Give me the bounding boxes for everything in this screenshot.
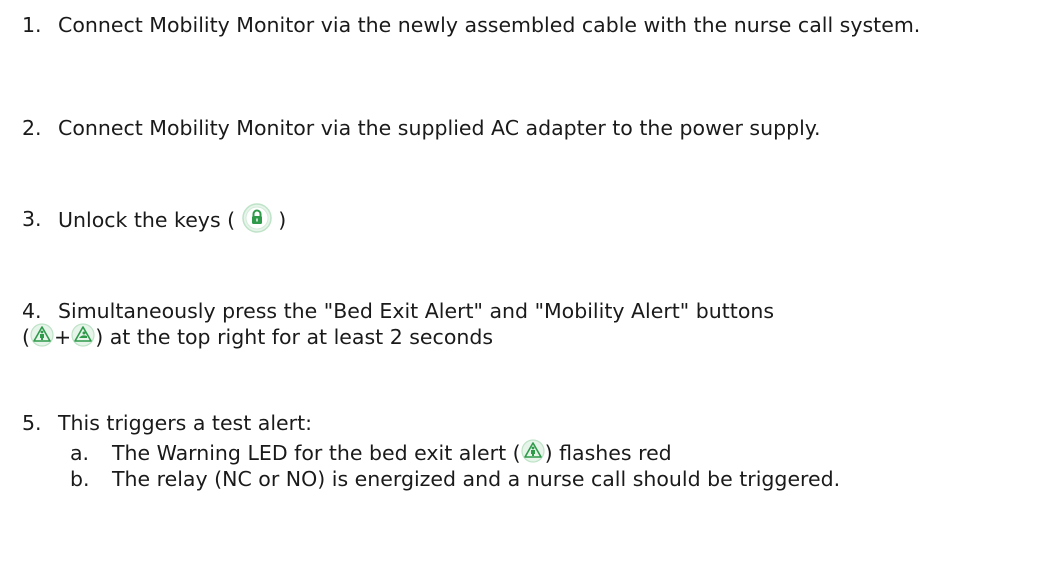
substep-a-text: The Warning LED for the bed exit alert (… bbox=[112, 439, 672, 466]
step-1-text: Connect Mobility Monitor via the newly a… bbox=[58, 13, 921, 37]
step-3-text-after: ) bbox=[278, 208, 287, 232]
step-1-number: 1. bbox=[22, 13, 42, 37]
substep-a-text-before: The Warning LED for the bed exit alert ( bbox=[112, 441, 521, 465]
step-4-text-line2: ) at the top right for at least 2 second… bbox=[95, 325, 494, 349]
step-5-number: 5. bbox=[22, 411, 42, 435]
step-4-open-paren: ( bbox=[22, 325, 30, 349]
lock-key-icon bbox=[241, 203, 272, 233]
substep-a-text-after: ) flashes red bbox=[544, 441, 672, 465]
step-3-text: Unlock the keys ( ) bbox=[58, 203, 287, 236]
substep-b-text: The relay (NC or NO) is energized and a … bbox=[112, 467, 841, 491]
step-4-text-line1: Simultaneously press the "Bed Exit Alert… bbox=[58, 299, 775, 323]
substep-a-letter: a. bbox=[70, 441, 90, 465]
step-3-number: 3. bbox=[22, 207, 42, 231]
step-4-text-line2: ( + ) at the top right for at least 2 se… bbox=[22, 323, 494, 350]
step-3-text-before: Unlock the keys ( bbox=[58, 208, 236, 232]
step-4-plus: + bbox=[54, 325, 72, 349]
substep-b-letter: b. bbox=[70, 467, 90, 491]
step-4-number: 4. bbox=[22, 299, 42, 323]
step-5-text: This triggers a test alert: bbox=[58, 411, 313, 435]
bed-exit-alert-icon bbox=[521, 439, 545, 463]
step-2-number: 2. bbox=[22, 116, 42, 140]
step-2-text: Connect Mobility Monitor via the supplie… bbox=[58, 116, 821, 140]
bed-exit-alert-icon bbox=[30, 323, 54, 347]
mobility-alert-icon bbox=[71, 323, 95, 347]
